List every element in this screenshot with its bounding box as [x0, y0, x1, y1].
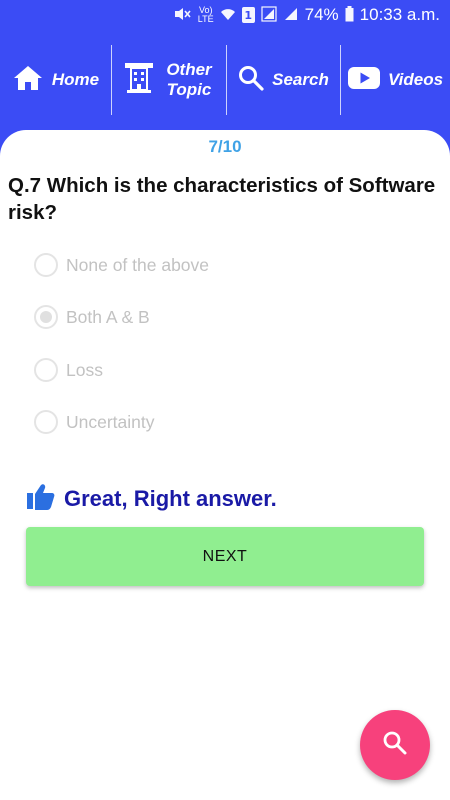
youtube-play-icon: [347, 66, 380, 94]
search-icon: [238, 65, 264, 96]
top-navigation: Home Other Topic Search Videos: [0, 30, 450, 130]
radio-button-selected[interactable]: [34, 305, 58, 329]
nav-videos[interactable]: Videos: [340, 45, 450, 115]
signal-icon-1: [261, 5, 277, 25]
quiz-card: [0, 130, 450, 800]
nav-search-label: Search: [272, 70, 329, 89]
sim-icon: 1: [241, 7, 255, 23]
nav-videos-label: Videos: [387, 70, 444, 89]
next-button[interactable]: NEXT: [26, 527, 424, 586]
thumbs-up-icon: [26, 482, 56, 516]
answer-feedback: Great, Right answer.: [26, 482, 277, 516]
nav-other-topic-label: Other Topic: [166, 60, 212, 99]
clock: 10:33 a.m.: [359, 5, 440, 24]
nav-home[interactable]: Home: [0, 45, 111, 115]
radio-button[interactable]: [34, 410, 58, 434]
option-none-of-the-above[interactable]: None of the above: [34, 253, 209, 277]
question-counter: 7/10: [208, 137, 242, 156]
signal-icon-2: [283, 6, 299, 25]
option-label: Loss: [66, 359, 103, 380]
option-uncertainty[interactable]: Uncertainty: [34, 410, 155, 434]
radio-button[interactable]: [34, 253, 58, 277]
nav-other-topic[interactable]: Other Topic: [111, 45, 226, 115]
nav-search[interactable]: Search: [226, 45, 340, 115]
building-icon: [123, 61, 155, 100]
nav-home-label: Home: [51, 70, 100, 89]
option-label: None of the above: [66, 254, 210, 275]
mute-icon: [174, 7, 192, 24]
floating-search-button[interactable]: [360, 710, 430, 780]
option-loss[interactable]: Loss: [34, 358, 103, 382]
battery-percent: 74%: [304, 5, 339, 24]
option-both-a-b[interactable]: Both A & B: [34, 305, 150, 329]
feedback-text: Great, Right answer.: [64, 486, 277, 511]
radio-dot: [40, 311, 52, 323]
option-label: Uncertainty: [66, 411, 155, 432]
wifi-icon: [220, 7, 236, 24]
question-text: Q.7 Which is the characteristics of Soft…: [8, 174, 436, 224]
status-bar: Vo) LTE 1 74% 10:33 a.m.: [0, 0, 450, 30]
home-icon: [12, 64, 44, 97]
battery-icon: [345, 5, 354, 25]
radio-button[interactable]: [34, 358, 58, 382]
volte-indicator: Vo) LTE: [197, 5, 214, 24]
search-icon: [382, 730, 408, 761]
option-label: Both A & B: [66, 306, 150, 327]
